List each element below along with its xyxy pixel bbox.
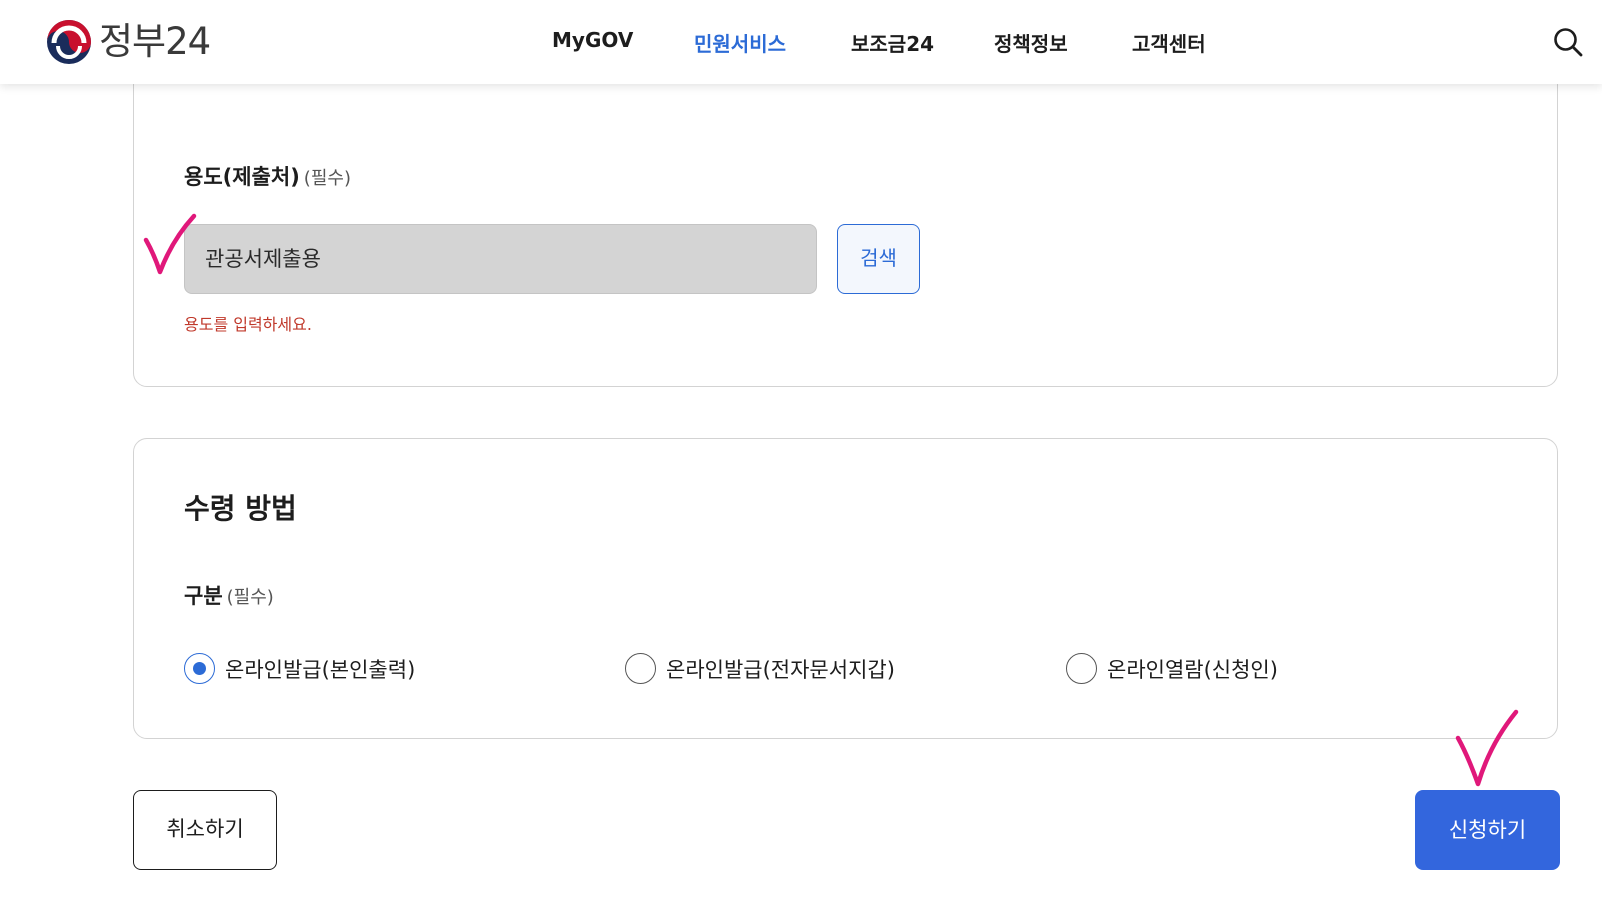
radio-online-issue-self-print[interactable]: 온라인발급(본인출력)	[184, 653, 415, 684]
cancel-button[interactable]: 취소하기	[133, 790, 277, 870]
receipt-method-card: 수령 방법 구분 (필수) 온라인발급(본인출력) 온라인발급(전자문서지갑) 온…	[133, 438, 1558, 739]
required-tag: (필수)	[303, 168, 351, 189]
purpose-input[interactable]: 관공서제출용	[184, 224, 817, 294]
nav-item-civil-services[interactable]: 민원서비스	[694, 28, 786, 57]
site-header: 정부24 MyGOV 민원서비스 보조금24 정책정보 고객센터	[0, 0, 1602, 84]
radio-online-issue-e-wallet[interactable]: 온라인발급(전자문서지갑)	[625, 653, 895, 684]
nav-item-policy-info[interactable]: 정책정보	[994, 28, 1068, 57]
purpose-card: 용도(제출처) (필수) 관공서제출용 검색 용도를 입력하세요.	[133, 60, 1558, 387]
submit-button[interactable]: 신청하기	[1415, 790, 1560, 870]
radio-button[interactable]	[1066, 653, 1097, 684]
purpose-error-message: 용도를 입력하세요.	[184, 315, 312, 334]
nav-item-mygov[interactable]: MyGOV	[552, 28, 633, 52]
receipt-type-label-text: 구분	[184, 584, 223, 608]
main-nav: MyGOV 민원서비스 보조금24 정책정보 고객센터	[0, 0, 1602, 84]
radio-label: 온라인열람(신청인)	[1107, 657, 1278, 682]
radio-button-checked[interactable]	[184, 653, 215, 684]
receipt-radio-group: 온라인발급(본인출력) 온라인발급(전자문서지갑) 온라인열람(신청인)	[134, 653, 1557, 687]
radio-online-view-applicant[interactable]: 온라인열람(신청인)	[1066, 653, 1278, 684]
purpose-label: 용도(제출처) (필수)	[184, 161, 351, 191]
purpose-search-button[interactable]: 검색	[837, 224, 920, 294]
receipt-section-title: 수령 방법	[184, 492, 297, 525]
search-icon[interactable]	[1552, 26, 1584, 58]
required-tag: (필수)	[226, 587, 274, 608]
nav-item-customer-center[interactable]: 고객센터	[1132, 28, 1206, 57]
receipt-type-label: 구분 (필수)	[184, 580, 274, 610]
radio-button[interactable]	[625, 653, 656, 684]
nav-item-subsidy24[interactable]: 보조금24	[851, 28, 934, 57]
radio-label: 온라인발급(본인출력)	[225, 657, 416, 682]
radio-label: 온라인발급(전자문서지갑)	[666, 657, 895, 682]
purpose-label-text: 용도(제출처)	[184, 165, 300, 189]
